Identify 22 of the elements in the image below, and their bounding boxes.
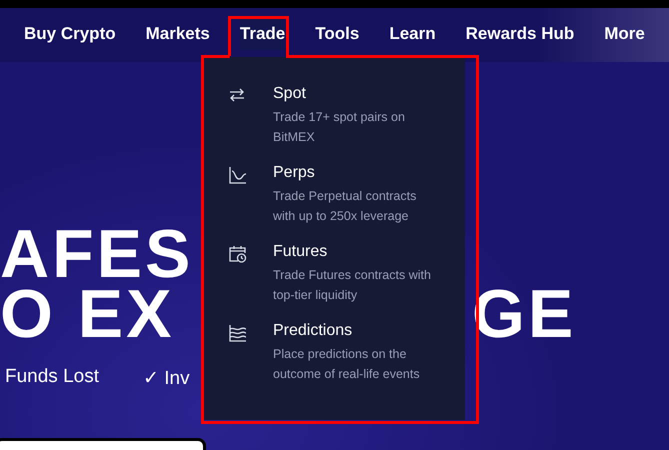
wave-chart-icon	[229, 166, 247, 184]
feature-text: Funds Lost	[5, 366, 99, 389]
nav-link[interactable]: Buy Crypto	[24, 18, 116, 52]
nav-link[interactable]: More	[604, 18, 645, 52]
menu-item-description: Trade Futures contracts with top-tier liquidity	[273, 267, 432, 304]
headline: AFES	[0, 224, 194, 284]
nav-link[interactable]: Markets	[146, 18, 210, 52]
feature-text: ✓ Inv	[143, 367, 190, 390]
swap-arrows-icon	[229, 88, 245, 102]
menu-item-title[interactable]: Perps	[273, 164, 445, 182]
calendar-clock-icon	[229, 245, 247, 263]
waves-icon	[229, 324, 247, 342]
menu-item-title[interactable]: Spot	[273, 85, 445, 103]
menu-item-description: Trade 17+ spot pairs on BitMEX	[273, 109, 406, 146]
nav-link[interactable]: Tools	[315, 18, 360, 52]
menu-item-title[interactable]: Predictions	[273, 322, 445, 340]
nav-link[interactable]: Trade	[240, 18, 286, 52]
nav-link[interactable]: Rewards Hub	[466, 18, 574, 52]
nav-link[interactable]: Learn	[389, 18, 436, 52]
menu-item-description: Trade Perpetual contracts with up to 250x leverage	[273, 188, 418, 225]
menu-item-title[interactable]: Futures	[273, 243, 445, 261]
menu-item-description: Place predictions on the outcome of real-life events	[273, 346, 421, 383]
